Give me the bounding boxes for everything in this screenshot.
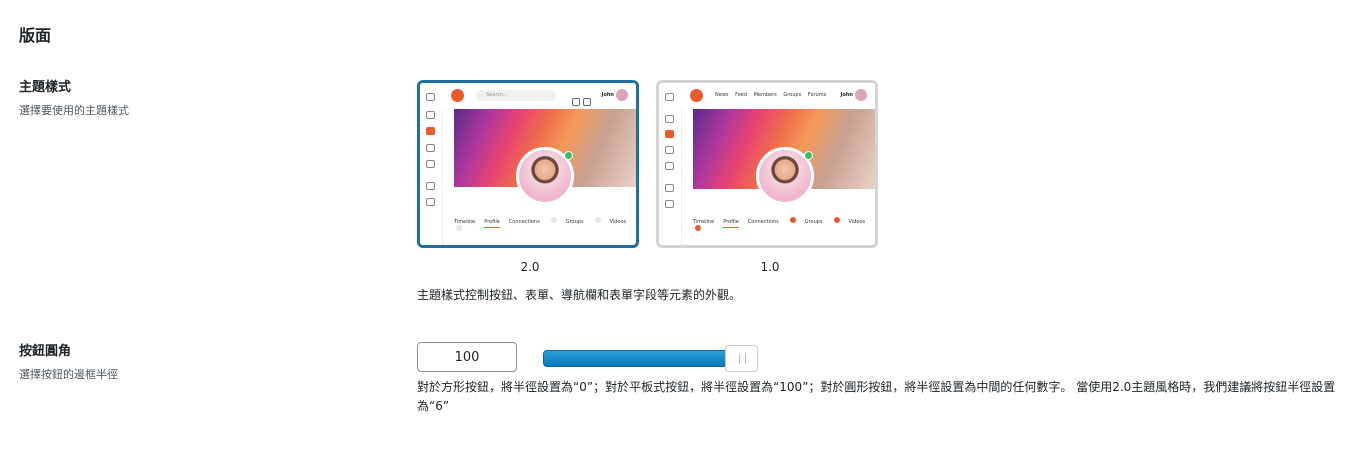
theme-option-2-0[interactable]: Search... John Timeline Profile Connection… (417, 80, 639, 248)
preview-search: Search... (476, 90, 556, 101)
button-radius-label: 按鈕圓角 (19, 344, 72, 359)
button-radius-slider[interactable] (543, 345, 758, 372)
online-status-dot (564, 151, 573, 160)
theme-style-label: 主題樣式 (19, 80, 72, 95)
preview-user-avatar (616, 89, 628, 101)
theme-preview-1-0: News Feed Members Groups Forums John Tim… (659, 83, 875, 245)
preview-sidebar (420, 83, 443, 245)
button-radius-description: 選擇按鈕的邊框半徑 (19, 368, 118, 381)
preview-sidebar (659, 83, 682, 245)
slider-track-fill (543, 350, 728, 367)
section-title: 版面 (19, 26, 52, 45)
theme-preview-2-0: Search... John Timeline Profile Connection… (420, 83, 636, 245)
preview-toolbar-icons (572, 91, 602, 125)
theme-style-note: 主題樣式控制按鈕、表單、導航欄和表單字段等元素的外觀。 (417, 288, 742, 302)
slider-handle[interactable] (725, 345, 758, 372)
preview-user-name: John (840, 92, 853, 98)
preview-user-avatar (855, 89, 867, 101)
theme-option-2-0-label: 2.0 (520, 260, 540, 274)
preview-profile-tabs: Timeline Profile Connections Groups Videos (693, 217, 875, 233)
button-radius-help: 對於方形按鈕，將半徑設置為“0”；對於平板式按鈕，將半徑設置為“100”；對於圓… (417, 380, 1336, 413)
preview-nav-links: News Feed Members Groups Forums (715, 92, 827, 98)
logo-icon (690, 89, 703, 102)
theme-style-description: 選擇要使用的主題樣式 (19, 104, 129, 117)
button-radius-input[interactable] (417, 342, 517, 372)
preview-user-name: John (601, 92, 614, 98)
preview-topbar: Search... John (442, 83, 636, 125)
preview-profile-tabs: Timeline Profile Connections Groups Videos (454, 217, 636, 233)
theme-option-1-0-label: 1.0 (760, 260, 780, 274)
logo-icon (451, 89, 464, 102)
online-status-dot (804, 151, 813, 160)
theme-option-1-0[interactable]: News Feed Members Groups Forums John Tim… (656, 80, 878, 248)
preview-topbar: News Feed Members Groups Forums John (681, 83, 875, 109)
